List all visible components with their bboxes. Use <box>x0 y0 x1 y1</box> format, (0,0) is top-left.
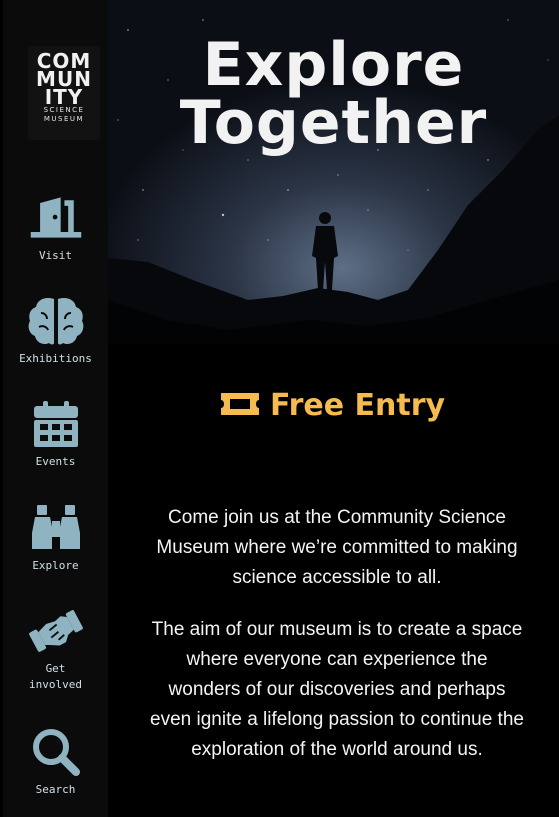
nav-item-visit[interactable]: Visit <box>3 192 108 264</box>
nav-item-exhibitions[interactable]: Exhibitions <box>3 295 108 367</box>
nav-item-get-involved[interactable]: Get involved <box>3 605 108 693</box>
handshake-icon <box>27 605 85 657</box>
calendar-icon <box>27 398 85 450</box>
nav-label-search: Search <box>35 783 76 796</box>
door-icon <box>27 192 85 244</box>
binoculars-icon <box>27 502 85 554</box>
brain-icon <box>27 295 85 347</box>
hero-title-line2: Together <box>179 88 488 158</box>
logo-text-line4: SCIENCE <box>43 106 85 114</box>
intro-paragraph: Come join us at the Community Science Mu… <box>156 507 518 588</box>
logo-text-line3: ITY <box>44 85 84 109</box>
nav-label-events: Events <box>35 455 76 468</box>
aim-paragraph: The aim of our museum is to create a spa… <box>150 619 524 760</box>
search-icon <box>27 726 85 778</box>
ticket-icon <box>218 389 262 423</box>
hero-title-line1: Explore <box>202 30 465 100</box>
nav-item-events[interactable]: Events <box>3 398 108 470</box>
museum-logo[interactable]: COM MUN ITY SCIENCE MUSEUM <box>28 46 100 140</box>
nav-label-get-involved-line2: involved <box>29 678 82 691</box>
free-entry-badge: Free Entry <box>218 388 445 423</box>
nav-label-visit: Visit <box>38 249 73 262</box>
nav-item-explore[interactable]: Explore <box>3 502 108 574</box>
logo-text-line5: MUSEUM <box>43 115 85 123</box>
nav-label-get-involved-line1: Get <box>45 662 66 675</box>
nav-label-exhibitions: Exhibitions <box>19 352 92 365</box>
nav-item-search[interactable]: Search <box>3 726 108 798</box>
nav-label-explore: Explore <box>32 559 79 572</box>
free-entry-label: Free Entry <box>270 388 446 423</box>
